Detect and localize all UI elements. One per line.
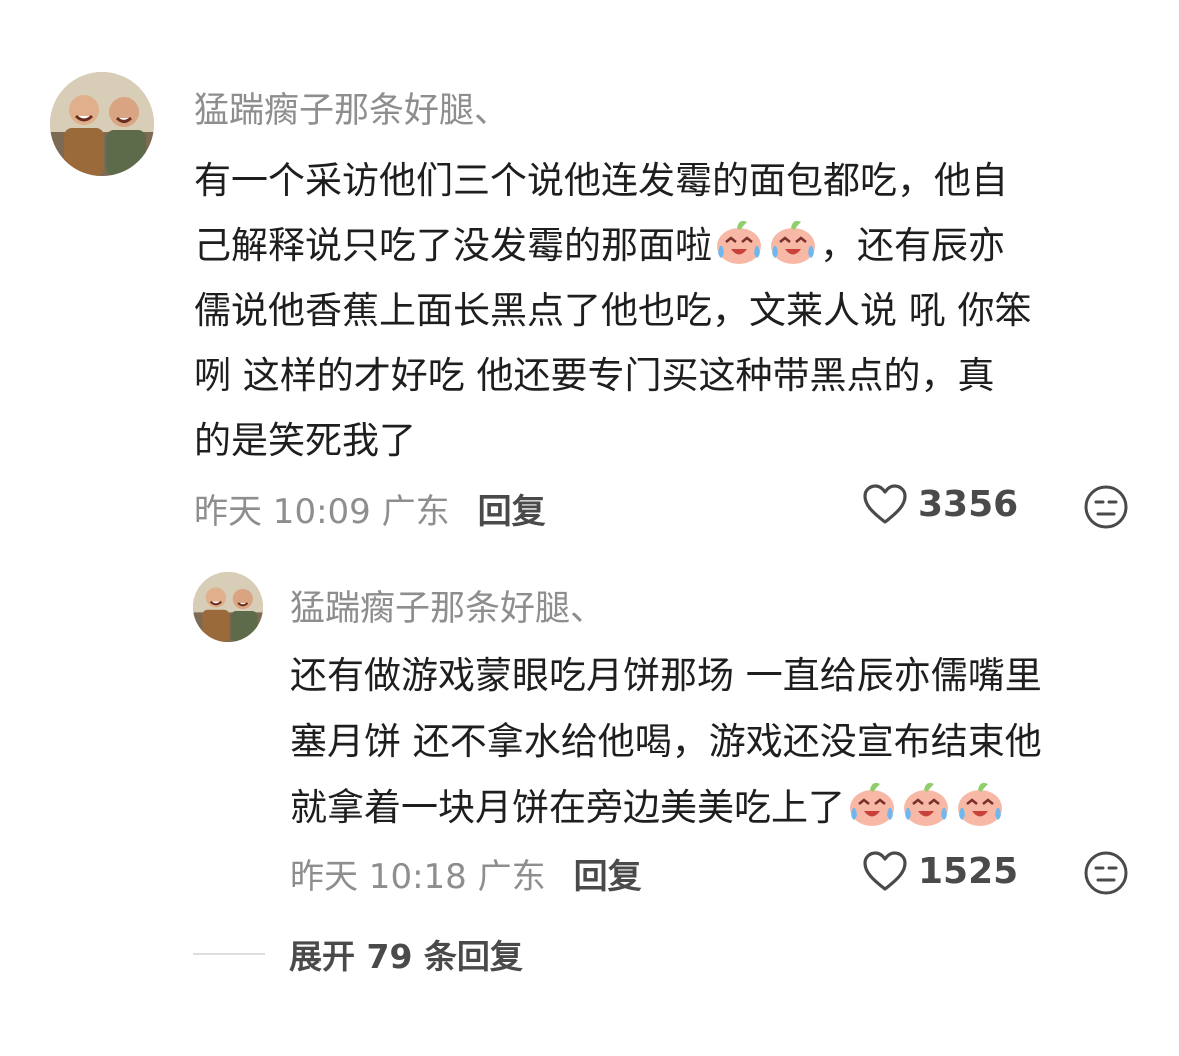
crying-laughing-emoji [767, 218, 819, 266]
comment-meta: 昨天 10:18 广东 回复 [290, 849, 642, 898]
like-button[interactable]: 1525 [862, 850, 1018, 892]
comment-meta: 昨天 10:09 广东 回复 [194, 484, 546, 533]
avatar-image [50, 72, 154, 176]
comment-username[interactable]: 猛踹瘸子那条好腿、 [290, 580, 605, 631]
avatar[interactable] [193, 572, 263, 642]
comment-line: 还有做游戏蒙眼吃月饼那场 一直给辰亦儒嘴里 [290, 654, 1042, 697]
crying-laughing-emoji [900, 780, 952, 828]
reply-button[interactable]: 回复 [574, 857, 642, 897]
crying-laughing-emoji [954, 780, 1006, 828]
expand-replies-label: 展开 79 条回复 [289, 937, 523, 976]
dislike-button[interactable] [1083, 850, 1129, 900]
crying-laughing-emoji [846, 780, 898, 828]
like-count: 3356 [918, 483, 1019, 525]
dislike-button[interactable] [1083, 484, 1129, 534]
comment-line-with-emoji: 己解释说只吃了没发霉的那面啦 ，还有辰亦 [194, 213, 1032, 278]
comment-line-text: 己解释说只吃了没发霉的那面啦 [194, 224, 712, 267]
comment-line: 塞月饼 还不拿水给他喝，游戏还没宣布结束他 [290, 720, 1042, 763]
comment-line: 有一个采访他们三个说他连发霉的面包都吃，他自 [194, 159, 1008, 202]
crying-laughing-emoji [713, 218, 765, 266]
comment-line-text: 就拿着一块月饼在旁边美美吃上了 [290, 786, 845, 829]
comment-body: 还有做游戏蒙眼吃月饼那场 一直给辰亦儒嘴里 塞月饼 还不拿水给他喝，游戏还没宣布… [290, 643, 1042, 841]
expand-divider [193, 953, 265, 955]
meh-face-icon [1084, 485, 1128, 529]
heart-outline-icon [863, 484, 907, 524]
comment-line: 的是笑死我了 [194, 419, 416, 462]
reply-button[interactable]: 回复 [478, 492, 546, 532]
comment-line: 咧 这样的才好吃 他还要专门买这种带黑点的，真 [194, 354, 995, 397]
heart-outline-icon [863, 851, 907, 891]
comment-timestamp-location: 昨天 10:09 广东 [194, 492, 450, 532]
comment-body: 有一个采访他们三个说他连发霉的面包都吃，他自 己解释说只吃了没发霉的那面啦 ，还有… [194, 148, 1032, 473]
avatar-image [193, 572, 263, 642]
comment-line-with-emoji: 就拿着一块月饼在旁边美美吃上了 [290, 775, 1042, 841]
meh-face-icon [1084, 851, 1128, 895]
comment-line-text: ，还有辰亦 [820, 224, 1005, 267]
like-button[interactable]: 3356 [862, 483, 1018, 525]
comment-username[interactable]: 猛踹瘸子那条好腿、 [194, 82, 509, 133]
like-count: 1525 [918, 850, 1019, 892]
comment-line: 儒说他香蕉上面长黑点了他也吃，文莱人说 吼 你笨 [194, 289, 1032, 332]
comment-timestamp-location: 昨天 10:18 广东 [290, 857, 546, 897]
avatar[interactable] [50, 72, 154, 176]
expand-replies-button[interactable]: 展开 79 条回复 [193, 930, 523, 978]
